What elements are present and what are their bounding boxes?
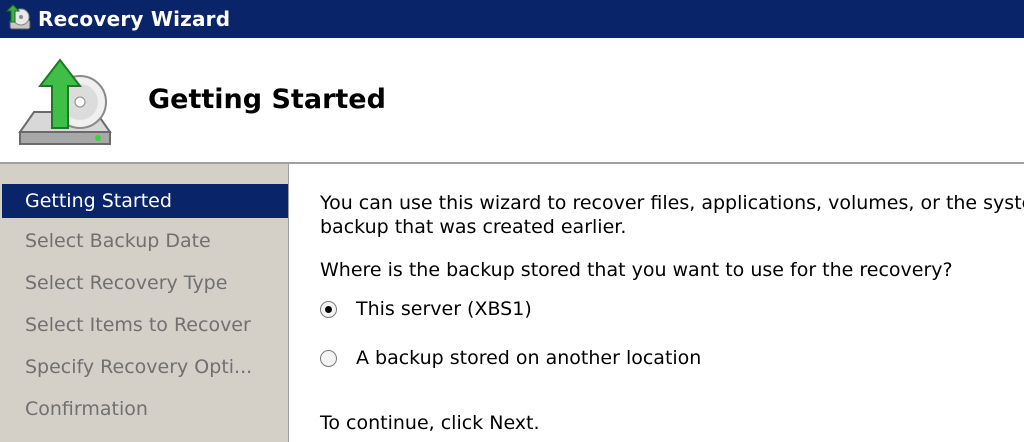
continue-instruction: To continue, click Next. [320, 412, 540, 434]
title-bar[interactable]: Recovery Wizard [0, 0, 1024, 38]
step-select-items-to-recover[interactable]: Select Items to Recover [2, 308, 288, 342]
option-this-server-label[interactable]: This server (XBS1) [356, 298, 532, 320]
wizard-steps-sidebar: Getting Started Select Backup Date Selec… [0, 164, 288, 442]
backup-drive-icon [18, 58, 112, 145]
radio-dot [325, 305, 332, 313]
wizard-content: You can use this wizard to recover files… [292, 164, 1024, 442]
option-another-location[interactable]: A backup stored on another location [320, 347, 701, 369]
step-specify-recovery-options[interactable]: Specify Recovery Opti... [2, 350, 288, 384]
step-getting-started[interactable]: Getting Started [2, 184, 288, 218]
wizard-header: Getting Started [0, 38, 1024, 162]
option-another-location-label[interactable]: A backup stored on another location [356, 347, 701, 369]
radio-button-unselected[interactable] [320, 349, 337, 367]
recovery-wizard-icon [5, 4, 31, 30]
intro-text-line1: You can use this wizard to recover files… [320, 192, 1024, 214]
intro-text-line2: backup that was created earlier. [320, 216, 627, 238]
step-select-backup-date[interactable]: Select Backup Date [2, 224, 288, 258]
radio-button-selected[interactable] [320, 300, 337, 318]
step-select-recovery-type[interactable]: Select Recovery Type [2, 266, 288, 300]
step-confirmation[interactable]: Confirmation [2, 392, 288, 426]
backup-location-question: Where is the backup stored that you want… [320, 259, 953, 281]
option-this-server[interactable]: This server (XBS1) [320, 298, 532, 320]
window-title: Recovery Wizard [38, 7, 231, 31]
page-title: Getting Started [148, 84, 386, 115]
